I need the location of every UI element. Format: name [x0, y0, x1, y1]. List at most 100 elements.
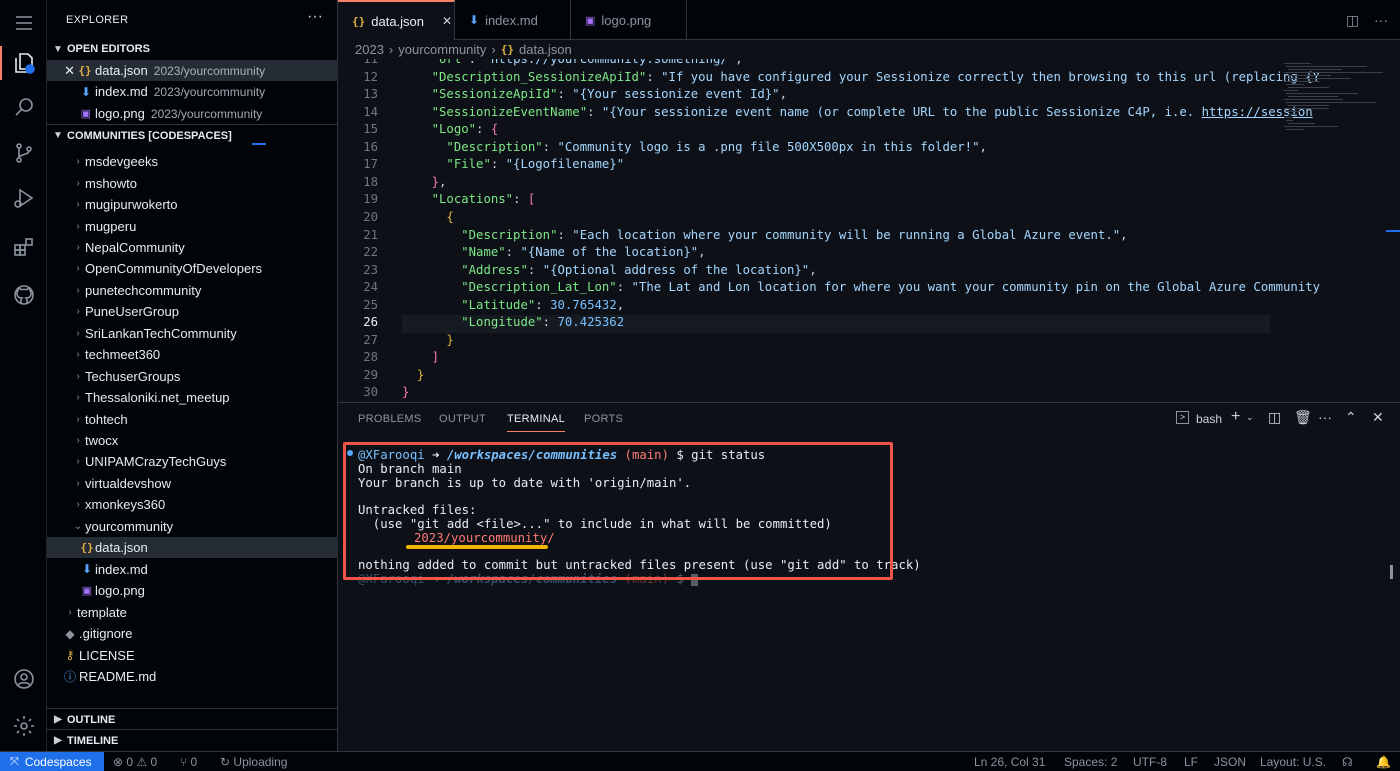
folder-item[interactable]: › techmeet360 [47, 344, 338, 365]
terminal-scrollbar[interactable] [1390, 565, 1393, 579]
open-editors-header[interactable]: ▼ OPEN EDITORS [47, 38, 338, 60]
folder-item[interactable]: › tohtech [47, 408, 338, 429]
minimap-line [1288, 78, 1351, 79]
breadcrumb-file[interactable]: data.json [519, 42, 572, 57]
breadcrumb-folder[interactable]: 2023 [355, 42, 384, 57]
trash-icon[interactable]: 🗑 [1294, 409, 1312, 426]
file-item[interactable]: ◆ .gitignore [47, 623, 338, 644]
folder-item[interactable]: ⌄ yourcommunity [47, 516, 338, 537]
tab-data-json[interactable]: {} data.json ✕ [338, 0, 455, 40]
new-terminal-icon[interactable]: + [1231, 408, 1240, 426]
line-content: "Description": "Each location where your… [461, 227, 1128, 242]
file-item[interactable]: ⓘ README.md [47, 666, 338, 687]
line-ending[interactable]: LF [1184, 755, 1198, 769]
folder-name: NepalCommunity [85, 239, 185, 255]
tab-index-md[interactable]: ⬇ index.md [455, 0, 571, 40]
chevron-down-icon: ▼ [53, 130, 63, 141]
chevron-down-icon[interactable]: ⌄ [1246, 412, 1254, 423]
sync-status[interactable]: ↻ Uploading [220, 755, 287, 769]
minimap[interactable] [1270, 59, 1400, 139]
folder-item[interactable]: › msdevgeeks [47, 151, 338, 172]
notifications-bell-icon[interactable]: 🔔 [1376, 755, 1391, 769]
folder-item[interactable]: › twocx [47, 430, 338, 451]
file-item[interactable]: {} data.json [47, 537, 338, 559]
code-line: 20 { [338, 210, 1400, 227]
open-editor-data-json[interactable]: ✕ {} data.json 2023/yourcommunity [47, 60, 338, 82]
code-line: 25 "Latitude": 30.765432, [338, 298, 1400, 315]
close-icon[interactable]: ✕ [442, 14, 452, 28]
file-name: data.json [95, 63, 148, 79]
github-icon[interactable] [0, 272, 47, 318]
timeline-title: TIMELINE [67, 734, 119, 747]
markdown-file-icon: ⬇ [81, 562, 93, 577]
license-file-icon: ⚷ [65, 648, 75, 663]
search-icon[interactable] [0, 84, 47, 130]
timeline-header[interactable]: ▶ TIMELINE [47, 729, 338, 751]
feedback-icon[interactable]: ☊ [1342, 755, 1353, 769]
json-key: "Longitude" [461, 315, 543, 330]
tab-logo-png[interactable]: ▣ logo.png [571, 0, 687, 40]
split-terminal-icon[interactable]: ◫ [1268, 409, 1281, 426]
folder-item[interactable]: › punetechcommunity [47, 280, 338, 301]
source-control-icon[interactable] [0, 130, 47, 176]
ports-count[interactable]: ⑂ 0 [180, 755, 197, 769]
account-icon[interactable] [0, 656, 47, 702]
minimap-line [1286, 84, 1304, 85]
activity-bar [0, 0, 47, 751]
file-item[interactable]: ⚷ LICENSE [47, 644, 338, 665]
code-editor[interactable]: 11 "Url": "https://yourcommunity.somethi… [338, 59, 1400, 402]
open-editors-title: OPEN EDITORS [67, 43, 150, 55]
file-name: README.md [79, 668, 157, 684]
folder-item[interactable]: › OpenCommunityOfDevelopers [47, 258, 338, 279]
chevron-right-icon: › [76, 435, 80, 447]
file-item[interactable]: ⬇ index.md [47, 559, 338, 580]
more-actions-icon[interactable]: ··· [307, 8, 323, 26]
language-mode[interactable]: JSON [1214, 755, 1246, 769]
line-number: 17 [363, 157, 378, 172]
workspace-folder-header[interactable]: ▼ COMMUNITIES [CODESPACES] [47, 124, 338, 146]
folder-item[interactable]: › mugipurwokerto [47, 194, 338, 215]
more-actions-icon[interactable]: ··· [1374, 12, 1388, 28]
open-editor-index-md[interactable]: ⬇ index.md 2023/yourcommunity [47, 81, 338, 102]
folder-item[interactable]: › xmonkeys360 [47, 494, 338, 515]
folder-item[interactable]: › mshowto [47, 172, 338, 193]
tab-output[interactable]: OUTPUT [439, 413, 486, 425]
tab-terminal[interactable]: TERMINAL [507, 413, 566, 432]
folder-item[interactable]: › PuneUserGroup [47, 301, 338, 322]
keyboard-layout[interactable]: Layout: U.S. [1260, 755, 1326, 769]
terminal-shell-name[interactable]: bash [1196, 412, 1222, 426]
remote-indicator[interactable]: ⤧ Codespaces [0, 752, 104, 771]
encoding[interactable]: UTF-8 [1133, 755, 1167, 769]
problems-count[interactable]: ⊗ 0 ⚠ 0 [113, 755, 157, 769]
close-panel-icon[interactable]: ✕ [1372, 409, 1384, 426]
outline-header[interactable]: ▶ OUTLINE [47, 708, 338, 730]
folder-item[interactable]: › UNIPAMCrazyTechGuys [47, 451, 338, 472]
folder-item[interactable]: › virtualdevshow [47, 473, 338, 494]
json-key: "SessionizeApiId" [431, 87, 558, 102]
close-icon[interactable]: ✕ [47, 63, 75, 79]
folder-item[interactable]: › mugperu [47, 215, 338, 236]
extensions-icon[interactable] [0, 224, 47, 270]
tab-label: data.json [371, 13, 425, 29]
split-editor-icon[interactable]: ◫ [1346, 12, 1359, 29]
more-actions-icon[interactable]: ··· [1318, 409, 1332, 425]
run-debug-icon[interactable] [0, 175, 47, 221]
settings-gear-icon[interactable] [0, 703, 47, 749]
tab-problems[interactable]: PROBLEMS [358, 413, 422, 425]
maximize-panel-icon[interactable]: ⌃ [1345, 409, 1357, 426]
folder-item[interactable]: › SriLankanTechCommunity [47, 323, 338, 344]
line-number: 18 [363, 174, 378, 189]
json-string: "The Lat and Lon location for where you … [631, 280, 1321, 295]
folder-item[interactable]: › template [47, 601, 338, 622]
cursor-position[interactable]: Ln 26, Col 31 [974, 755, 1045, 769]
folder-item[interactable]: › TechuserGroups [47, 366, 338, 387]
tab-ports[interactable]: PORTS [584, 413, 623, 425]
open-editor-logo-png[interactable]: ▣ logo.png 2023/yourcommunity [47, 103, 338, 124]
indentation[interactable]: Spaces: 2 [1064, 755, 1117, 769]
file-item[interactable]: ▣ logo.png [47, 580, 338, 601]
breadcrumb-subfolder[interactable]: yourcommunity [398, 42, 486, 57]
folder-item[interactable]: › Thessaloniki.net_meetup [47, 387, 338, 408]
explorer-icon[interactable] [0, 40, 47, 86]
folder-item[interactable]: › NepalCommunity [47, 237, 338, 258]
folder-name: yourcommunity [85, 518, 174, 534]
